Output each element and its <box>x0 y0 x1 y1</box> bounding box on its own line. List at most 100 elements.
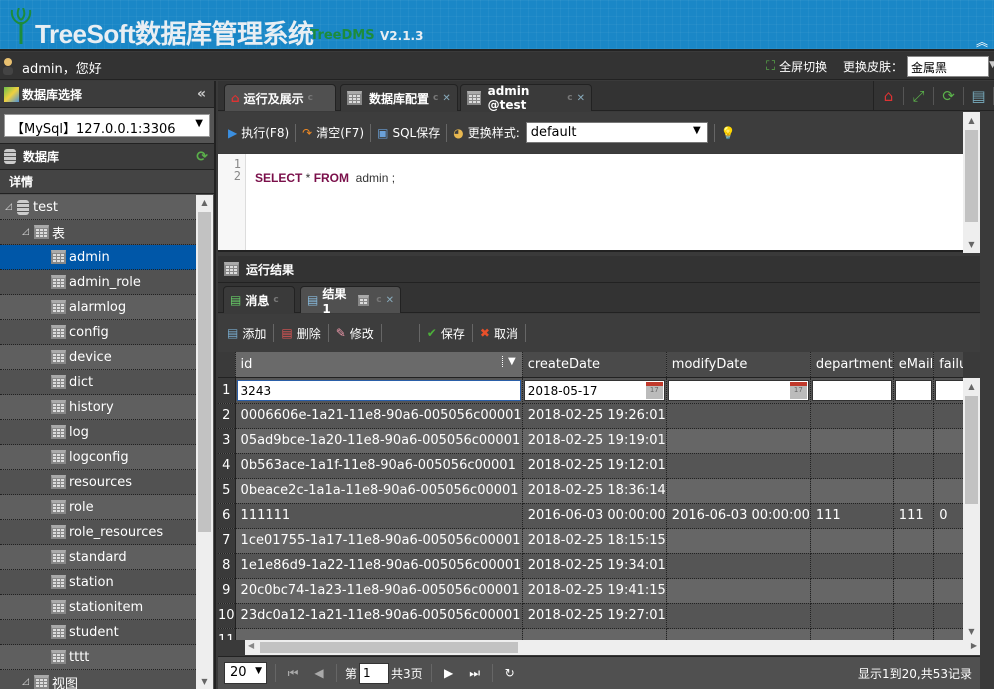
expand-toggle-icon[interactable]: ◿ <box>22 227 34 237</box>
calendar-icon[interactable]: 17 <box>789 381 807 399</box>
grid-vscroll-thumb[interactable] <box>965 396 978 504</box>
page-size-select[interactable]: 20 ▼ <box>224 662 267 684</box>
column-header-email[interactable]: eMail <box>893 352 935 378</box>
add-row-button[interactable]: ▤ 添加 <box>227 325 266 342</box>
cell-failure[interactable] <box>933 553 963 579</box>
cell-failure[interactable] <box>933 453 963 479</box>
cell-id[interactable]: 1e1e86d9-1a22-11e8-90a6-005056c00001 <box>235 553 523 579</box>
tab-messages[interactable]: ▤ 消息 c <box>223 286 295 313</box>
cell-eMail[interactable]: 111 <box>893 503 935 529</box>
table-row[interactable]: 11 <box>218 628 963 640</box>
lightbulb-icon[interactable]: 💡 <box>721 126 736 140</box>
editor-scroll-thumb[interactable] <box>965 130 978 222</box>
cell-department[interactable] <box>810 428 894 454</box>
tree-scroll-thumb[interactable] <box>198 212 211 532</box>
grid-horizontal-scrollbar[interactable]: ◀ ▶ <box>245 640 980 655</box>
scroll-up-icon[interactable]: ▲ <box>963 382 980 391</box>
execute-button[interactable]: ▶ 执行(F8) <box>228 124 289 141</box>
department-input[interactable] <box>811 379 892 401</box>
refresh-icon[interactable]: ⟳ <box>196 149 208 165</box>
table-row[interactable]: 3 05ad9bce-1a20-11e8-90a6-005056c00001 201… <box>218 428 963 454</box>
cell-createDate[interactable]: 2018-02-25 19:19:01 <box>522 428 667 454</box>
cell-eMail[interactable] <box>893 428 935 454</box>
reload-icon[interactable]: ↻ <box>501 666 519 680</box>
cell-id[interactable]: 05ad9bce-1a20-11e8-90a6-005056c00001 <box>235 428 523 454</box>
cell-createDate[interactable]: 2018-02-25 18:36:14 <box>522 478 667 504</box>
cell-id[interactable]: 0006606e-1a21-11e8-90a6-005056c00001 <box>235 403 523 429</box>
cell-createDate[interactable] <box>522 628 667 640</box>
style-select[interactable]: default ▼ <box>525 122 708 143</box>
sql-code-line[interactable]: SELECT * FROM admin ; <box>255 171 395 185</box>
cell-department[interactable] <box>810 553 894 579</box>
expand-toggle-icon[interactable]: ◿ <box>5 202 17 212</box>
email-input[interactable] <box>894 379 933 401</box>
table-row[interactable]: 2 0006606e-1a21-11e8-90a6-005056c00001 201… <box>218 403 963 429</box>
cell-modifyDate[interactable]: 2016-06-03 00:00:00 <box>666 503 811 529</box>
tree-item-table[interactable]: station <box>0 570 196 595</box>
cell-eMail[interactable] <box>893 528 935 554</box>
cell-department[interactable] <box>810 603 894 629</box>
cell-eMail[interactable] <box>893 603 935 629</box>
cell-eMail[interactable] <box>893 403 935 429</box>
cell-failure[interactable]: 0 <box>933 503 963 529</box>
tab-run-display[interactable]: ⌂ 运行及展示 c <box>224 84 336 111</box>
cell-createDate[interactable]: 2018-02-25 19:26:01 <box>522 403 667 429</box>
cell-department[interactable] <box>810 528 894 554</box>
table-row[interactable]: 6 111111 2016-06-03 00:00:00 2016-06-03 00:… <box>218 503 963 529</box>
column-header-id[interactable]: id ▼ <box>235 352 523 378</box>
tree-item-table[interactable]: admin <box>0 245 196 270</box>
home-icon[interactable]: ⌂ <box>874 87 904 105</box>
scroll-up-icon[interactable]: ▲ <box>963 116 980 125</box>
table-row[interactable]: 9 20c0bc74-1a23-11e8-90a6-005056c00001 201… <box>218 578 963 604</box>
collapse-left-icon[interactable]: « <box>197 86 206 102</box>
cell-modifyDate[interactable] <box>666 453 811 479</box>
tree-item-table[interactable]: log <box>0 420 196 445</box>
cell-createDate[interactable]: 2018-02-25 19:12:01 <box>522 453 667 479</box>
cell-id[interactable]: 0b563ace-1a1f-11e8-90a6-005056c00001 <box>235 453 523 479</box>
tree-item-folder[interactable]: ◿ 表 <box>0 220 196 245</box>
tree-scrollbar[interactable]: ▲ ▼ <box>196 195 213 689</box>
id-input[interactable]: 3243 <box>236 379 521 401</box>
scroll-left-icon[interactable]: ◀ <box>248 641 254 650</box>
scroll-right-icon[interactable]: ▶ <box>971 641 977 650</box>
table-row[interactable]: 10 23dc0a12-1a21-11e8-90a6-005056c00001 20… <box>218 603 963 629</box>
scroll-down-icon[interactable]: ▼ <box>963 240 980 249</box>
failure-input[interactable] <box>935 379 963 401</box>
collapse-up-icon[interactable]: ︽ <box>976 33 988 50</box>
cell-createDate[interactable]: 2018-02-25 18:15:15 <box>522 528 667 554</box>
cell-createDate[interactable]: 2018-02-25 19:27:01 <box>522 603 667 629</box>
cell-department[interactable] <box>810 628 894 640</box>
tree-item-table[interactable]: history <box>0 395 196 420</box>
prev-page-icon[interactable]: ◀ <box>310 666 328 680</box>
modifyDate-input[interactable]: 17 <box>667 379 809 401</box>
cell-failure[interactable] <box>933 428 963 454</box>
column-header-department[interactable]: department <box>810 352 894 378</box>
cell-eMail[interactable] <box>893 553 935 579</box>
edit-row-button[interactable]: ✎ 修改 <box>336 325 374 342</box>
tree-item-table[interactable]: student <box>0 620 196 645</box>
table-row[interactable]: 5 0beace2c-1a1a-11e8-90a6-005056c00001 201… <box>218 478 963 504</box>
scroll-down-icon[interactable]: ▼ <box>963 627 980 636</box>
next-page-icon[interactable]: ▶ <box>440 666 458 680</box>
table-row[interactable]: 7 1ce01755-1a17-11e8-90a6-005056c00001 201… <box>218 528 963 554</box>
tree-item-table[interactable]: logconfig <box>0 445 196 470</box>
cell-department[interactable] <box>810 578 894 604</box>
editor-scrollbar[interactable]: ▲ ▼ <box>963 112 980 253</box>
cell-failure[interactable] <box>933 403 963 429</box>
cell-department[interactable] <box>810 403 894 429</box>
refresh-icon[interactable]: c <box>273 295 278 305</box>
tree-item-table[interactable]: resources <box>0 470 196 495</box>
close-icon[interactable]: ✕ <box>386 295 394 306</box>
sql-editor[interactable]: 1 2 SELECT * FROM admin ; <box>218 154 963 252</box>
cell-id[interactable]: 0beace2c-1a1a-11e8-90a6-005056c00001 <box>235 478 523 504</box>
tree-item-table[interactable]: role_resources <box>0 520 196 545</box>
column-menu-icon[interactable]: ▼ <box>502 356 516 367</box>
tab-db-config[interactable]: 数据库配置 c ✕ <box>340 84 458 111</box>
table-row[interactable]: 4 0b563ace-1a1f-11e8-90a6-005056c00001 201… <box>218 453 963 479</box>
cell-id[interactable] <box>235 628 523 640</box>
cell-department[interactable]: 111 <box>810 503 894 529</box>
cell-eMail[interactable] <box>893 478 935 504</box>
tree-item-table[interactable]: tttt <box>0 645 196 670</box>
cell-id[interactable]: 20c0bc74-1a23-11e8-90a6-005056c00001 <box>235 578 523 604</box>
cell-id[interactable]: 23dc0a12-1a21-11e8-90a6-005056c00001 <box>235 603 523 629</box>
